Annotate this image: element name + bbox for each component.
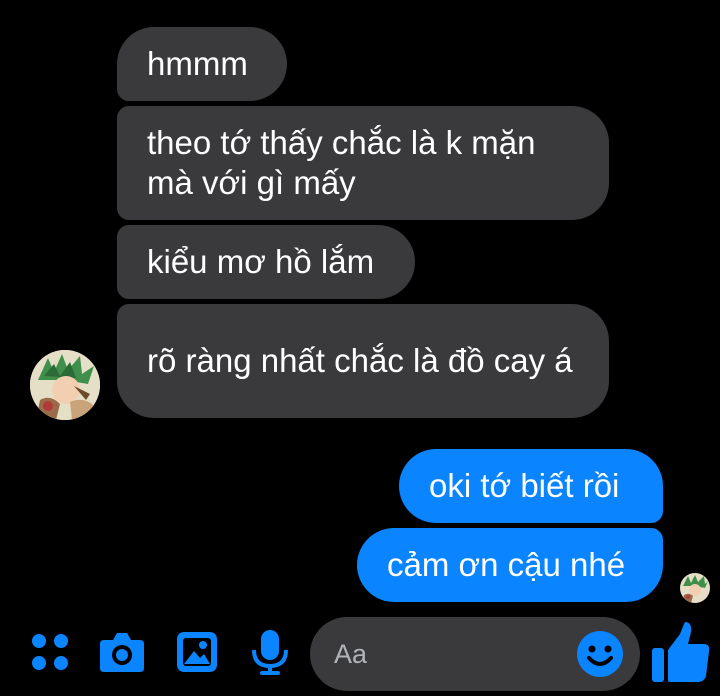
message-input[interactable]: Aa bbox=[310, 617, 640, 691]
incoming-message[interactable]: theo tớ thấy chắc là k mặn mà với gì mấy bbox=[117, 106, 609, 220]
microphone-icon[interactable] bbox=[250, 628, 290, 676]
message-text: hmmm bbox=[147, 45, 248, 82]
message-text: theo tớ thấy chắc là k mặn mà với gì mấy bbox=[147, 124, 536, 201]
outgoing-message[interactable]: cảm ơn cậu nhé bbox=[357, 528, 663, 602]
incoming-message[interactable]: hmmm bbox=[117, 27, 287, 101]
seen-receipt-avatar bbox=[680, 573, 710, 603]
message-text: cảm ơn cậu nhé bbox=[387, 546, 626, 583]
incoming-message[interactable]: kiểu mơ hồ lắm bbox=[117, 225, 415, 299]
message-text: rõ ràng nhất chắc là đồ cay á bbox=[147, 342, 573, 379]
outgoing-message[interactable]: oki tớ biết rồi bbox=[399, 449, 663, 523]
message-input-placeholder: Aa bbox=[334, 639, 368, 669]
menu-dots-icon[interactable] bbox=[30, 632, 70, 672]
camera-icon[interactable] bbox=[98, 630, 146, 674]
gallery-icon[interactable] bbox=[175, 630, 219, 674]
thumbs-up-icon[interactable] bbox=[650, 620, 712, 684]
message-text: oki tớ biết rồi bbox=[429, 467, 620, 504]
incoming-message[interactable]: rõ ràng nhất chắc là đồ cay á bbox=[117, 304, 609, 418]
emoji-icon[interactable] bbox=[576, 630, 624, 678]
contact-avatar[interactable] bbox=[30, 350, 100, 420]
message-text: kiểu mơ hồ lắm bbox=[147, 243, 375, 280]
